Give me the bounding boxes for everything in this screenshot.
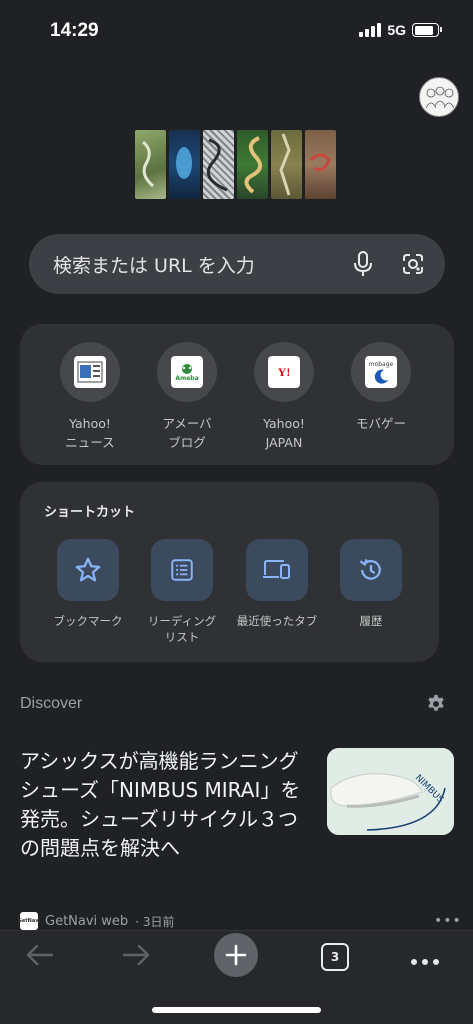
shortcut-label: リーディング リスト — [147, 614, 217, 644]
search-placeholder: 検索または URL を入力 — [53, 254, 255, 277]
tab-switcher-button[interactable]: 3 — [321, 943, 349, 971]
recent-tabs-icon — [246, 539, 308, 601]
status-bar: 14:29 5G — [0, 0, 473, 62]
yahoo-japan-wordmark: Y! — [277, 364, 291, 379]
article-thumbnail[interactable]: NIMBUS — [327, 748, 454, 835]
most-visited-tile-yahoo-news[interactable]: Yahoo! ニュース — [45, 342, 135, 452]
gear-icon[interactable] — [425, 693, 447, 719]
shortcut-history[interactable]: 履歴 — [321, 539, 421, 629]
history-icon — [340, 539, 402, 601]
shortcut-reading-list[interactable]: リーディング リスト — [132, 539, 232, 645]
network-label: 5G — [387, 22, 406, 38]
plus-icon — [225, 944, 247, 966]
account-avatar[interactable] — [419, 77, 459, 117]
doodle-tile — [237, 130, 268, 199]
shortcuts-card: ショートカット ブックマーク リーディング リスト 最近使ったタブ 履歴 — [20, 482, 439, 662]
more-menu-icon[interactable] — [410, 951, 440, 970]
camera-lens-icon[interactable] — [401, 252, 425, 280]
article-title[interactable]: アシックスが高機能ランニングシューズ「NIMBUS MIRAI」を発売。シューズ… — [20, 747, 305, 863]
doodle-tile — [135, 130, 166, 199]
reading-list-icon — [151, 539, 213, 601]
shortcuts-title: ショートカット — [44, 505, 136, 520]
avatar-drawing — [425, 86, 455, 109]
ameba-icon: Ameba — [171, 356, 203, 388]
most-visited-tile-yahoo-japan[interactable]: Y! Yahoo! JAPAN — [239, 342, 329, 452]
star-icon — [57, 539, 119, 601]
most-visited-card: Yahoo! ニュース Ameba アメーバ ブログ Y! Yahoo! JAP… — [20, 324, 454, 465]
tile-label: アメーバ ブログ — [162, 416, 212, 450]
status-time: 14:29 — [50, 20, 99, 41]
tile-circle: Y! — [254, 342, 314, 402]
mobage-icon: mobage — [365, 356, 397, 388]
doodle-tile — [271, 130, 302, 199]
back-arrow-icon[interactable] — [24, 943, 54, 971]
shortcut-label: 最近使ったタブ — [236, 614, 318, 628]
doodle-tile — [169, 130, 200, 199]
article-source: GetNavi web — [45, 913, 129, 929]
status-indicators: 5G — [359, 22, 442, 38]
tile-circle: Ameba — [157, 342, 217, 402]
tile-label: Yahoo! ニュース — [65, 416, 115, 450]
most-visited-tile-ameba[interactable]: Ameba アメーバ ブログ — [142, 342, 232, 452]
yahoo-japan-icon: Y! — [268, 356, 300, 388]
signal-icon — [359, 23, 382, 37]
most-visited-tile-mobage[interactable]: mobage モバゲー — [336, 342, 426, 433]
tile-label: モバゲー — [355, 416, 406, 431]
forward-arrow-icon[interactable] — [122, 943, 152, 971]
ameba-wordmark: Ameba — [175, 374, 199, 382]
discover-heading: Discover — [20, 695, 83, 712]
omnibox-search-bar[interactable]: 検索または URL を入力 — [29, 234, 445, 294]
mobage-wordmark: mobage — [368, 360, 394, 368]
new-tab-button[interactable] — [214, 933, 258, 977]
tile-circle — [60, 342, 120, 402]
shortcut-bookmarks[interactable]: ブックマーク — [38, 539, 138, 629]
doodle-tile — [305, 130, 336, 199]
article-more-icon[interactable]: ••• — [434, 913, 462, 929]
shortcut-recent-tabs[interactable]: 最近使ったタブ — [227, 539, 327, 629]
shortcut-label: 履歴 — [359, 614, 383, 628]
source-logo: GetNavi — [18, 912, 40, 930]
shortcut-label: ブックマーク — [53, 614, 123, 628]
tile-circle: mobage — [351, 342, 411, 402]
tile-label: Yahoo! JAPAN — [263, 416, 305, 450]
article-meta: GetNavi GetNavi web · 3日前 — [18, 912, 175, 930]
article-time: · 3日前 — [135, 914, 175, 929]
doodle-logo[interactable] — [135, 130, 336, 199]
home-indicator[interactable] — [152, 1007, 321, 1013]
doodle-tile — [203, 130, 234, 199]
microphone-icon[interactable] — [353, 251, 373, 281]
battery-icon — [412, 23, 442, 37]
yahoo-news-icon — [74, 356, 106, 388]
